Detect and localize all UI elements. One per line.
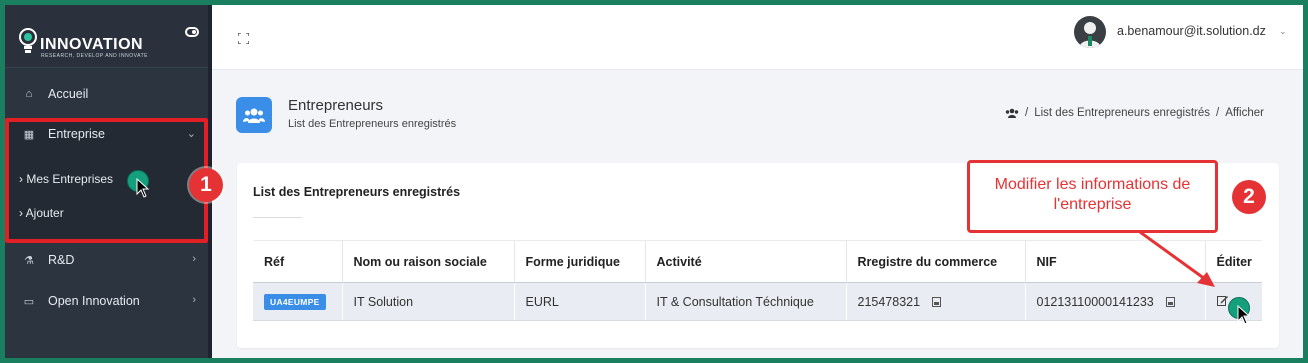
document-icon[interactable] <box>1165 296 1175 307</box>
user-email[interactable]: a.benamour@it.solution.dz <box>1117 24 1266 38</box>
cell-ref: UA4EUMPE <box>253 282 342 321</box>
registre-value: 215478321 <box>857 294 921 309</box>
edit-icon[interactable] <box>1216 295 1228 306</box>
column-header-registre[interactable]: Rregistre du commerce <box>845 240 1025 283</box>
sidebar-item-label: R&D <box>48 253 75 267</box>
chevron-right-icon: › <box>192 253 196 265</box>
breadcrumb-separator: / <box>1025 107 1029 119</box>
page-title: Entrepreneurs <box>288 97 384 114</box>
avatar[interactable] <box>1074 16 1106 48</box>
cell-name: IT Solution <box>341 282 514 321</box>
users-breadcrumb-icon[interactable] <box>1005 108 1019 118</box>
fullscreen-icon[interactable] <box>238 33 249 44</box>
bulb-logo-icon <box>19 28 37 53</box>
chevron-down-icon[interactable]: ⌄ <box>1279 26 1287 37</box>
nif-value: 01213110000141233 <box>1036 294 1154 309</box>
users-icon <box>236 97 272 133</box>
sidebar-item-rnd[interactable]: ⚗ R&D › <box>5 243 208 277</box>
brand-name: INNOVATION <box>40 36 144 53</box>
brand-tagline: RESEARCH, DEVELOP AND INNOVATE <box>41 53 148 59</box>
sidebar-item-label: Open Innovation <box>48 294 140 308</box>
flask-icon: ⚗ <box>24 254 34 267</box>
ref-badge: UA4EUMPE <box>264 293 326 310</box>
column-header-name[interactable]: Nom ou raison sociale <box>341 240 514 283</box>
user-icon <box>1079 22 1101 48</box>
card-title: List des Entrepreneurs enregistrés <box>253 185 461 199</box>
cell-activite: IT & Consultation Téchnique <box>644 282 846 321</box>
cell-registre: 215478321 <box>845 282 1025 321</box>
brand: INNOVATION RESEARCH, DEVELOP AND INNOVAT… <box>5 5 208 68</box>
breadcrumb-item[interactable]: List des Entrepreneurs enregistrés <box>1034 107 1210 119</box>
step-badge-2: 2 <box>1232 180 1266 214</box>
step-badge-1: 1 <box>189 168 223 202</box>
home-icon: ⌂ <box>25 88 33 100</box>
card-icon: ▭ <box>23 295 35 308</box>
app-frame: INNOVATION RESEARCH, DEVELOP AND INNOVAT… <box>5 5 1303 358</box>
column-header-ref[interactable]: Réf <box>253 240 342 283</box>
sidebar-item-accueil[interactable]: ⌂ Accueil <box>5 77 208 111</box>
sidebar-toggle-icon[interactable] <box>185 27 199 37</box>
mouse-cursor-icon <box>1237 305 1251 325</box>
document-icon[interactable] <box>932 296 942 307</box>
mouse-cursor-icon <box>136 178 150 198</box>
breadcrumb-item: Afficher <box>1225 107 1264 119</box>
sidebar-item-open-innovation[interactable]: ▭ Open Innovation › <box>5 284 208 318</box>
breadcrumb-separator: / <box>1216 107 1220 119</box>
sidebar-item-label: Accueil <box>48 87 89 101</box>
cell-forme: EURL <box>513 282 645 321</box>
divider <box>253 217 302 218</box>
highlight-box <box>5 118 208 243</box>
callout-box: Modifier les informations de l'entrepris… <box>967 160 1218 233</box>
chevron-right-icon: › <box>192 294 196 306</box>
page-subtitle: List des Entrepreneurs enregistrés <box>288 118 457 130</box>
column-header-activite[interactable]: Activité <box>644 240 846 283</box>
column-header-forme[interactable]: Forme juridique <box>513 240 645 283</box>
topbar: a.benamour@it.solution.dz ⌄ <box>212 5 1303 70</box>
breadcrumb: / List des Entrepreneurs enregistrés / A… <box>1005 107 1264 119</box>
callout-arrow <box>1139 230 1215 287</box>
